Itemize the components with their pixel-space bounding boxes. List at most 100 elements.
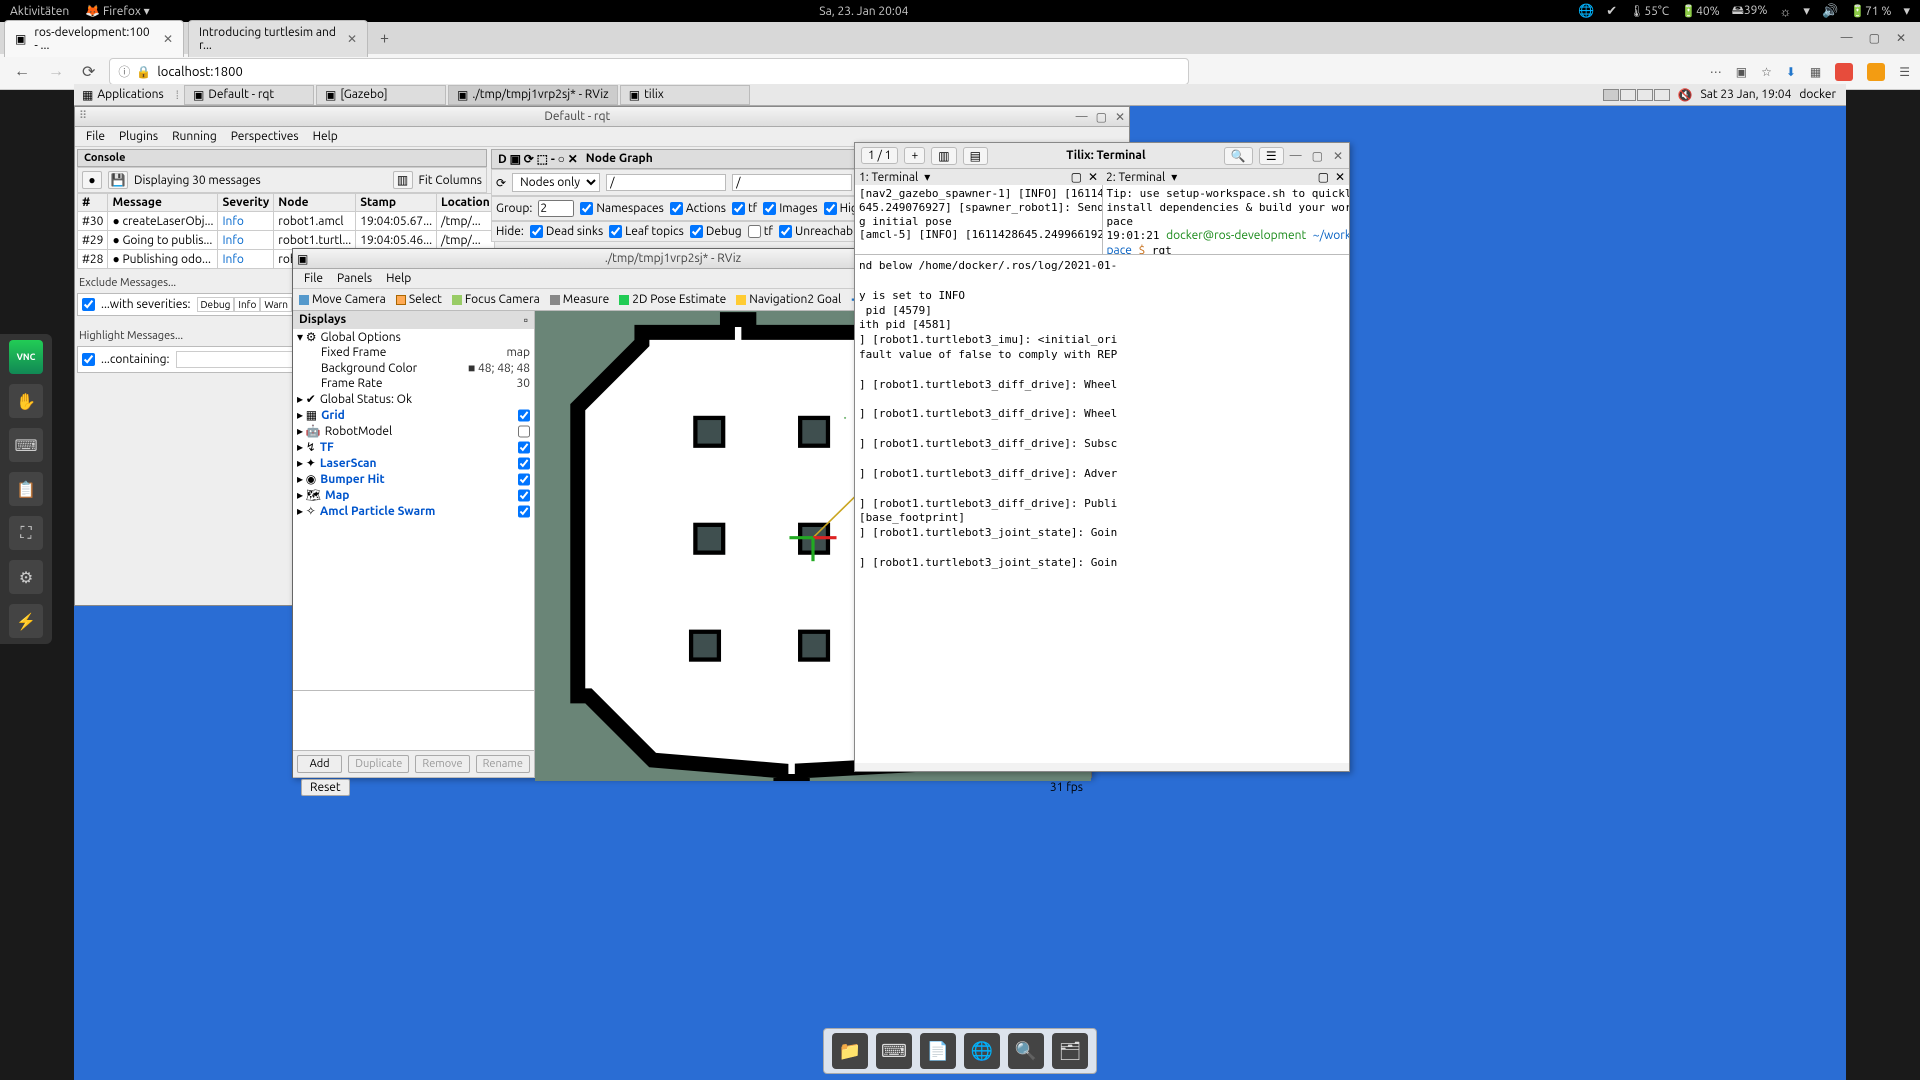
close-icon[interactable]: ✕ xyxy=(1115,110,1125,124)
tray-clock[interactable]: Sat 23 Jan, 19:04 xyxy=(1700,88,1791,101)
menu-help[interactable]: Help xyxy=(381,271,416,286)
maximize-pane-icon[interactable]: ▢ xyxy=(1071,170,1082,184)
battery-indicator-1[interactable]: 🔋40% xyxy=(1681,4,1720,18)
keyboard-icon[interactable]: ⌨ xyxy=(9,428,43,462)
downloads-icon[interactable]: ⬇ xyxy=(1786,65,1796,79)
active-app[interactable]: 🦊 Firefox ▾ xyxy=(85,4,149,18)
username[interactable]: docker xyxy=(1799,88,1836,101)
cb-debug[interactable]: Debug xyxy=(690,225,742,238)
new-tab-button[interactable]: + xyxy=(372,25,397,51)
task-gazebo[interactable]: ▣[Gazebo] xyxy=(316,85,446,105)
battery-indicator-2[interactable]: 🖴39% xyxy=(1732,1,1768,22)
remove-button[interactable]: Remove xyxy=(415,755,469,773)
filter-select[interactable]: Nodes only xyxy=(512,173,600,192)
maximize-icon[interactable]: ▢ xyxy=(1869,31,1880,45)
pose-estimate-tool[interactable]: 2D Pose Estimate xyxy=(619,293,726,306)
laser-checkbox[interactable] xyxy=(518,457,530,470)
col-loc[interactable]: Location xyxy=(437,194,495,212)
cb-actions[interactable]: Actions xyxy=(670,202,726,215)
ns-filter-2[interactable] xyxy=(732,174,852,191)
table-row[interactable]: #29● Going to publis...Inforobot1.turtl.… xyxy=(78,231,495,250)
files-icon[interactable]: 📁 xyxy=(832,1033,868,1069)
menu-plugins[interactable]: Plugins xyxy=(114,129,163,144)
col-sev[interactable]: Severity xyxy=(218,194,274,212)
amcl-checkbox[interactable] xyxy=(518,505,530,518)
cb-leaf[interactable]: Leaf topics xyxy=(609,225,684,238)
map-checkbox[interactable] xyxy=(518,489,530,502)
wifi-icon[interactable]: ▾ xyxy=(1803,4,1810,19)
display-tree[interactable]: ▾ ⚙Global Options Fixed Framemap Backgro… xyxy=(293,329,534,690)
nav-goal-tool[interactable]: Navigation2 Goal xyxy=(736,293,841,306)
address-bar[interactable]: ⓘ 🔒 xyxy=(109,58,1189,85)
cb-images[interactable]: Images xyxy=(763,202,817,215)
grid-checkbox[interactable] xyxy=(518,409,530,422)
brightness-icon[interactable]: ☼ xyxy=(1779,4,1791,19)
reader-icon[interactable]: ▣ xyxy=(1736,65,1747,79)
col-stamp[interactable]: Stamp xyxy=(356,194,437,212)
select-tool[interactable]: Select xyxy=(396,293,442,306)
close-icon[interactable]: ▫ xyxy=(524,313,528,327)
close-icon[interactable]: ✕ xyxy=(1896,31,1906,45)
add-button[interactable]: Add xyxy=(297,755,342,773)
cb-tf2[interactable]: tf xyxy=(748,225,773,238)
menu-icon[interactable]: ☰ xyxy=(1899,65,1910,79)
pane-menu-icon[interactable]: ▾ xyxy=(1171,170,1177,184)
measure-tool[interactable]: Measure xyxy=(550,293,609,306)
menu-panels[interactable]: Panels xyxy=(332,271,377,286)
gnome-clock[interactable]: Sa, 23. Jan 20:04 xyxy=(150,5,1578,18)
minimize-icon[interactable]: — xyxy=(1290,149,1302,163)
task-rviz[interactable]: ▣./tmp/tmpj1vrp2sj* - RViz xyxy=(448,85,618,105)
rename-button[interactable]: Rename xyxy=(476,755,530,773)
menu-file[interactable]: File xyxy=(299,271,328,286)
task-rqt[interactable]: ▣Default - rqt xyxy=(184,85,314,105)
split-right-button[interactable]: ▤ xyxy=(963,147,988,165)
menu-file[interactable]: File xyxy=(81,129,110,144)
session-counter[interactable]: 1 / 1 xyxy=(861,147,898,164)
col-msg[interactable]: Message xyxy=(108,194,218,212)
temp-indicator[interactable]: 🌡55°C xyxy=(1629,4,1669,18)
maximize-icon[interactable]: ▢ xyxy=(1096,110,1107,124)
refresh-button[interactable]: ⟳ xyxy=(496,176,506,190)
forward-button[interactable]: → xyxy=(44,60,68,83)
toolbar-letters[interactable]: D ▣ ⟳ ⬚ - ○ ✕ xyxy=(498,152,578,166)
close-icon[interactable]: ✕ xyxy=(163,32,173,46)
split-down-button[interactable]: ▥ xyxy=(931,147,956,165)
record-button[interactable]: ● xyxy=(82,171,102,189)
terminal-pane-1[interactable]: [nav2_gazebo_spawner-1] [INFO] [1611428 … xyxy=(855,185,1102,254)
check-icon[interactable]: ✔ xyxy=(1606,4,1617,19)
info-icon[interactable]: ⓘ xyxy=(118,63,130,80)
close-icon[interactable]: ✕ xyxy=(1333,149,1343,163)
minimize-icon[interactable]: — xyxy=(1076,110,1088,124)
add-terminal-button[interactable]: + xyxy=(904,147,925,164)
cb-namespaces[interactable]: Namespaces xyxy=(580,202,664,215)
terminal-icon[interactable]: ⌨ xyxy=(876,1033,912,1069)
workspace-switcher[interactable] xyxy=(1603,89,1670,101)
more-icon[interactable]: ⋯ xyxy=(1710,65,1722,79)
reset-button[interactable]: Reset xyxy=(301,779,350,796)
ublock-icon[interactable] xyxy=(1835,63,1853,81)
menu-running[interactable]: Running xyxy=(167,129,222,144)
editor-icon[interactable]: 📄 xyxy=(920,1033,956,1069)
menu-icon[interactable]: ☰ xyxy=(1259,147,1284,165)
severity-checkbox[interactable] xyxy=(82,298,95,311)
robot-checkbox[interactable] xyxy=(518,425,530,438)
bookmark-icon[interactable]: ☆ xyxy=(1761,65,1772,79)
pane-menu-icon[interactable]: ▾ xyxy=(924,170,930,184)
menu-perspectives[interactable]: Perspectives xyxy=(226,129,304,144)
table-row[interactable]: #30● createLaserObj...Inforobot1.amcl19:… xyxy=(78,212,495,231)
volume-icon[interactable]: 🔇 xyxy=(1678,88,1693,102)
activities[interactable]: Aktivitäten xyxy=(10,5,69,18)
col-num[interactable]: # xyxy=(78,194,108,212)
close-pane-icon[interactable]: ✕ xyxy=(1088,170,1098,184)
applications-menu[interactable]: ▦ Applications xyxy=(74,86,172,104)
columns-icon[interactable]: ▥ xyxy=(393,171,413,189)
cb-tf[interactable]: tf xyxy=(732,202,757,215)
search-icon[interactable]: 🔍 xyxy=(1008,1033,1044,1069)
tilix-header[interactable]: 1 / 1 + ▥ ▤ Tilix: Terminal 🔍 ☰ —▢✕ xyxy=(855,143,1349,169)
minimize-icon[interactable]: — xyxy=(1841,31,1853,45)
containing-checkbox[interactable] xyxy=(82,353,95,366)
move-camera-tool[interactable]: Move Camera xyxy=(299,293,386,306)
back-button[interactable]: ← xyxy=(10,60,34,83)
battery-main[interactable]: 🔋71 % xyxy=(1850,4,1891,18)
system-menu-icon[interactable]: ▾ xyxy=(1903,4,1910,19)
